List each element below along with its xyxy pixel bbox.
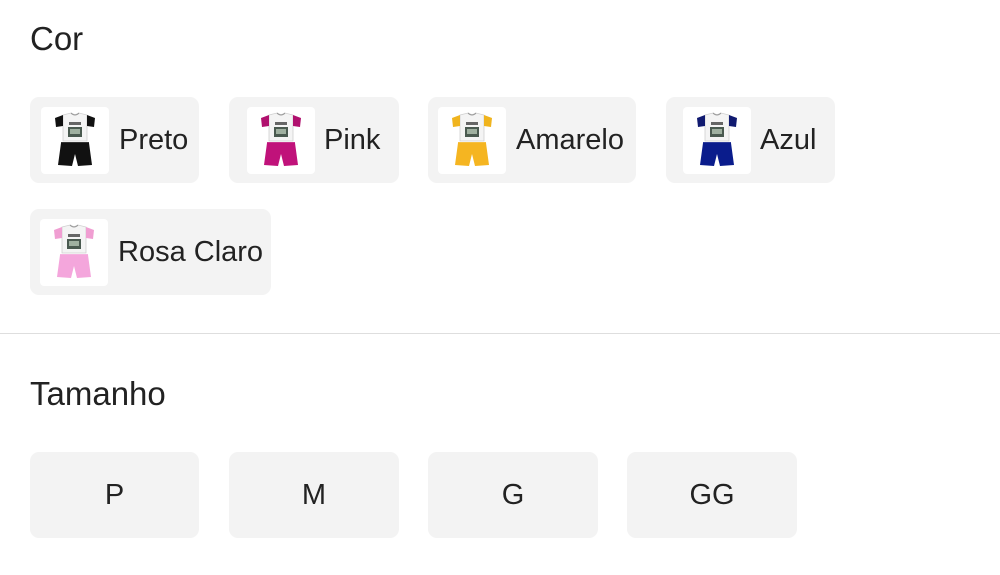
shirt-sleeve-right xyxy=(484,115,492,127)
size-option-label: G xyxy=(501,479,525,511)
shirt-print-detail xyxy=(70,129,80,134)
size-option-m[interactable]: M xyxy=(229,452,399,538)
color-option-label: Pink xyxy=(324,124,381,156)
shirt-print-text xyxy=(275,122,287,125)
color-option-rosa-claro[interactable]: Rosa Claro xyxy=(30,209,271,295)
shirt-sleeve-left xyxy=(697,115,705,127)
size-option-gg[interactable]: GG xyxy=(627,452,797,538)
shorts-shape xyxy=(264,143,298,166)
shirt-print-text xyxy=(68,234,80,237)
shorts-shape xyxy=(57,255,91,278)
outfit-icon xyxy=(261,112,301,166)
product-thumbnail-amarelo xyxy=(438,107,506,174)
section-divider xyxy=(0,333,1000,334)
color-option-amarelo[interactable]: Amarelo xyxy=(428,97,636,183)
shirt-print-detail xyxy=(467,129,477,134)
outfit-icon xyxy=(54,224,94,278)
shirt-sleeve-left xyxy=(452,115,460,127)
shirt-print-text xyxy=(466,122,478,125)
size-option-p[interactable]: P xyxy=(30,452,199,538)
shorts-shape xyxy=(700,143,734,166)
size-option-g[interactable]: G xyxy=(428,452,598,538)
shirt-sleeve-left xyxy=(54,227,62,239)
shorts-waistband xyxy=(60,254,88,257)
size-option-label: P xyxy=(104,479,125,511)
outfit-icon xyxy=(697,112,737,166)
shirt-print-detail xyxy=(69,241,79,246)
shirt-sleeve-right xyxy=(87,115,95,127)
color-option-pink[interactable]: Pink xyxy=(229,97,399,183)
product-thumbnail-rosa-claro xyxy=(40,219,108,286)
shorts-waistband xyxy=(703,142,731,145)
shirt-sleeve-right xyxy=(293,115,301,127)
shirt-print-detail xyxy=(276,129,286,134)
shorts-waistband xyxy=(267,142,295,145)
product-thumbnail-azul xyxy=(683,107,751,174)
shirt-sleeve-right xyxy=(729,115,737,127)
shirt-print-text xyxy=(69,122,81,125)
size-option-label: M xyxy=(301,479,327,511)
color-section-title: Cor xyxy=(30,20,84,57)
shirt-sleeve-left xyxy=(55,115,63,127)
color-option-preto[interactable]: Preto xyxy=(30,97,199,183)
product-thumbnail-preto xyxy=(41,107,109,174)
color-option-label: Amarelo xyxy=(516,124,624,156)
outfit-icon xyxy=(452,112,492,166)
shorts-shape xyxy=(58,143,92,166)
color-option-azul[interactable]: Azul xyxy=(666,97,835,183)
color-option-label: Rosa Claro xyxy=(118,236,264,268)
shirt-print-text xyxy=(711,122,723,125)
shirt-sleeve-right xyxy=(86,227,94,239)
shorts-shape xyxy=(455,143,489,166)
size-option-label: GG xyxy=(689,479,735,511)
shirt-sleeve-left xyxy=(261,115,269,127)
outfit-icon xyxy=(55,112,95,166)
shorts-waistband xyxy=(458,142,486,145)
shirt-print-detail xyxy=(712,129,722,134)
color-option-label: Preto xyxy=(119,124,189,156)
shorts-waistband xyxy=(61,142,89,145)
size-section-title: Tamanho xyxy=(30,375,166,412)
product-thumbnail-pink xyxy=(247,107,315,174)
color-option-label: Azul xyxy=(760,124,817,156)
